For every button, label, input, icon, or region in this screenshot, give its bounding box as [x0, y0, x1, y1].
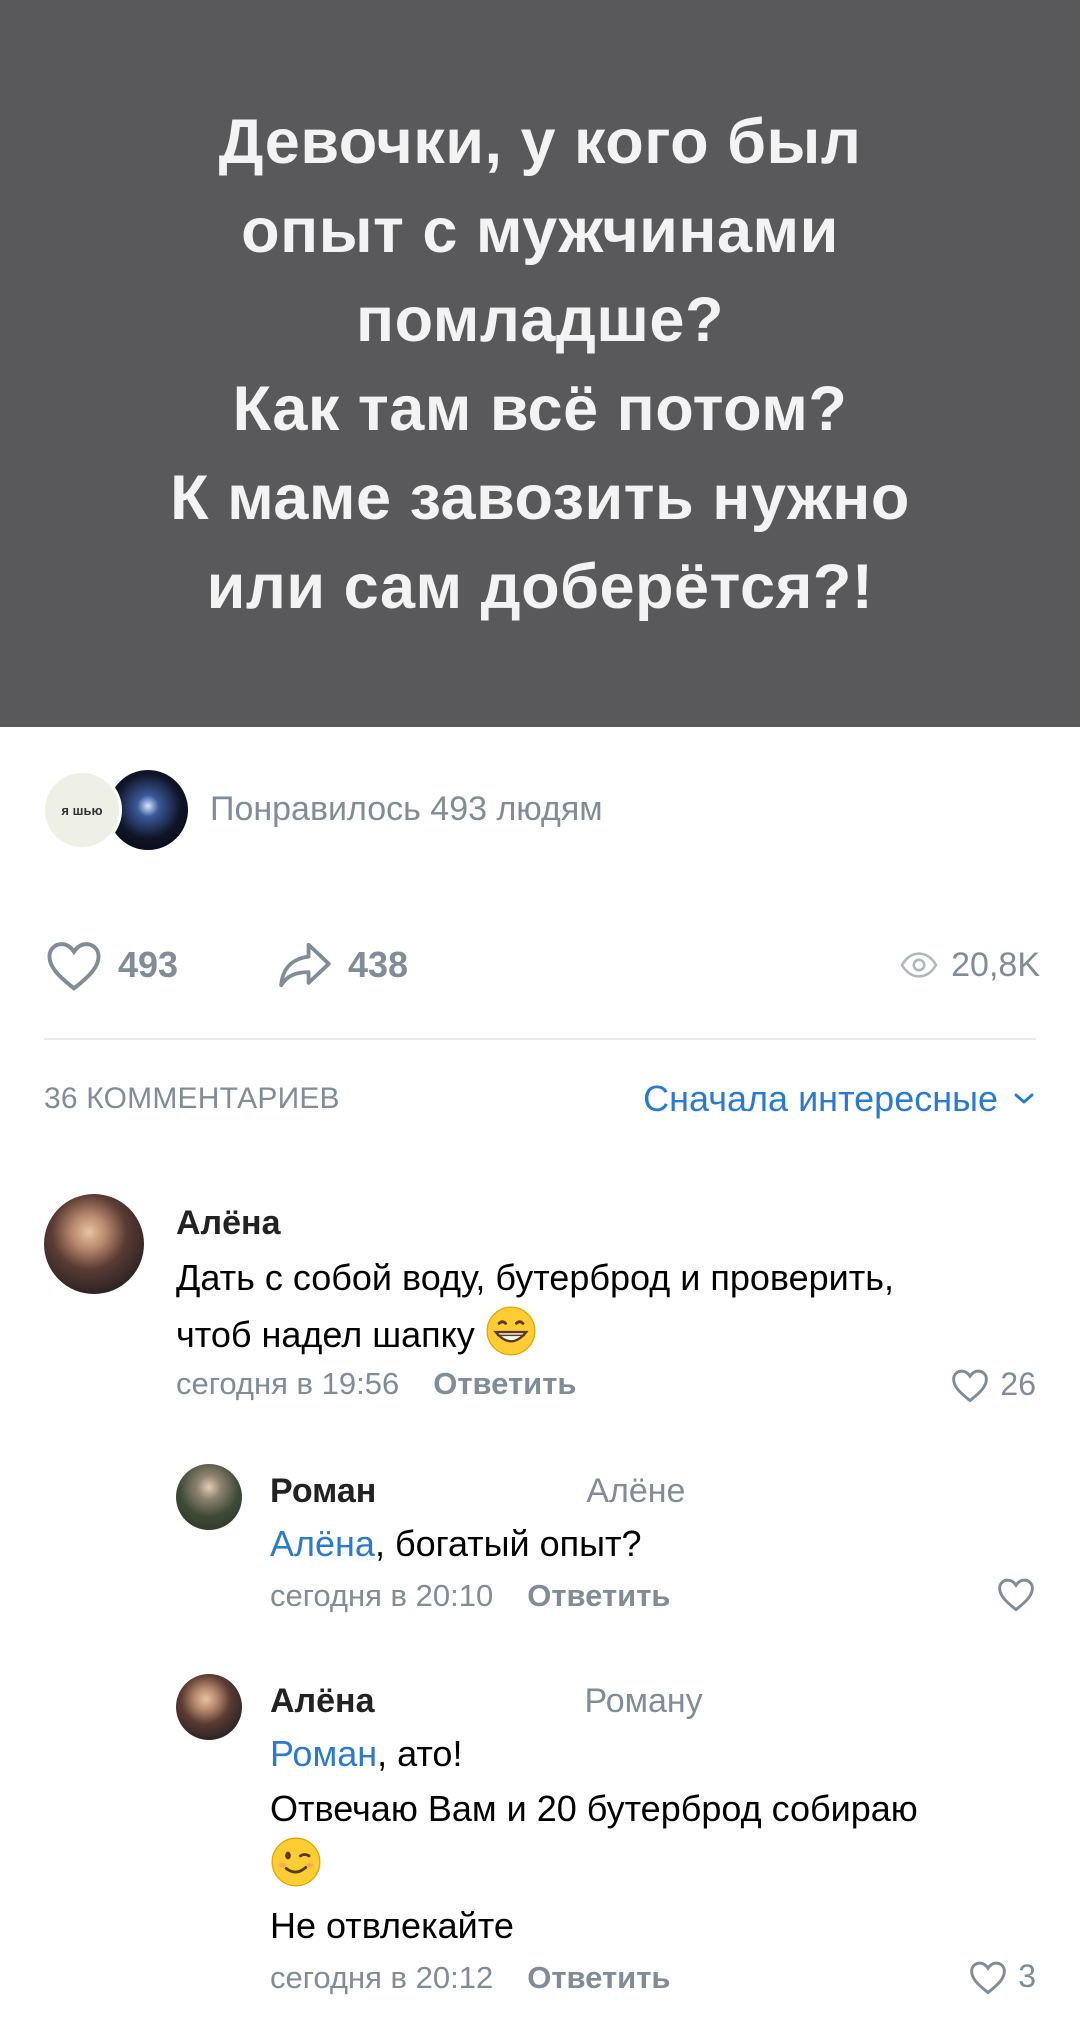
comment-text-line: Отвечаю Вам и 20 бутерброд собираю: [270, 1788, 918, 1829]
comment-text-line: чтоб надел шапку: [176, 1314, 475, 1355]
comment-text-line: Дать с собой воду, бутерброд и проверить…: [176, 1257, 894, 1298]
share-count: 438: [348, 944, 409, 985]
mention-link[interactable]: Алёна: [270, 1523, 375, 1564]
heart-icon: [998, 1578, 1034, 1612]
share-button[interactable]: 438: [276, 935, 408, 995]
comment-time: сегодня в 20:12: [270, 1960, 494, 1995]
share-icon: [279, 942, 331, 988]
comment-like-button[interactable]: 3: [968, 1958, 1036, 1995]
liker-avatar-caption: я шью: [61, 802, 103, 818]
reply-button[interactable]: Ответить: [527, 1578, 670, 1613]
reply-to[interactable]: Алёне: [586, 1472, 685, 1510]
views-counter: 20,8K: [899, 935, 1040, 995]
post-image-text: Девочки, у кого был опыт с мужчинами пом…: [170, 106, 910, 622]
comment-text-line: Не отвлекайте: [270, 1905, 514, 1946]
divider: [44, 1038, 1036, 1040]
heart-icon: [47, 942, 101, 991]
post-image[interactable]: Девочки, у кого был опыт с мужчинами пом…: [0, 0, 1080, 727]
views-count: 20,8K: [951, 945, 1040, 984]
grinning-emoji-icon: [486, 1306, 536, 1356]
comment-text-line: , богатый опыт?: [374, 1523, 642, 1564]
comment-meta: сегодня в 20:10 Ответить: [270, 1578, 670, 1614]
comment-text: Дать с собой воду, бутерброд и проверить…: [176, 1250, 894, 1362]
post-actions: 493 438 20,8K: [44, 935, 1040, 995]
reply-to[interactable]: Роману: [585, 1682, 703, 1720]
comment-time: сегодня в 19:56: [176, 1366, 400, 1401]
mention-link[interactable]: Роман: [270, 1733, 377, 1774]
comment-author[interactable]: Алёна: [176, 1204, 281, 1243]
winking-emoji-icon: [271, 1837, 321, 1887]
comment-text: Роман, ато! Отвечаю Вам и 20 бутерброд с…: [270, 1726, 918, 1953]
heart-icon: [952, 1369, 989, 1402]
comments-count: 36 КОММЕНТАРИЕВ: [44, 1082, 340, 1115]
sort-label: Сначала интересные: [643, 1078, 998, 1119]
avatar[interactable]: [44, 1194, 144, 1294]
comment-author[interactable]: Роман Алёне: [270, 1472, 685, 1511]
heart-icon: [970, 1961, 1007, 1994]
comment-text: Алёна, богатый опыт?: [270, 1516, 642, 1571]
comment-text-line: , ато!: [377, 1733, 463, 1774]
liked-by-text: Понравилось 493 людям: [210, 790, 603, 828]
comments-header: 36 КОММЕНТАРИЕВ Сначала интересные: [44, 1078, 1036, 1124]
comment-meta: сегодня в 20:12 Ответить: [270, 1960, 670, 1996]
comment-like-count: 3: [1018, 1958, 1036, 1994]
comment-meta: сегодня в 19:56 Ответить: [176, 1366, 576, 1402]
reply-button[interactable]: Ответить: [527, 1960, 670, 1995]
like-button[interactable]: 493: [44, 935, 178, 995]
eye-icon: [900, 952, 938, 978]
chevron-down-icon: [1014, 1093, 1034, 1104]
sort-dropdown[interactable]: Сначала интересные: [643, 1078, 1036, 1120]
reply-button[interactable]: Ответить: [433, 1366, 576, 1401]
comment-reply: Роман Алёне Алёна, богатый опыт? сегодня …: [0, 1460, 1080, 1630]
comment-author[interactable]: Алёна Роману: [270, 1682, 703, 1721]
comment-like-button[interactable]: [996, 1576, 1036, 1612]
comment: Алёна Дать с собой воду, бутерброд и про…: [0, 1180, 1080, 1420]
comment-like-button[interactable]: 26: [950, 1366, 1036, 1403]
comment-time: сегодня в 20:10: [270, 1578, 494, 1613]
like-count: 493: [118, 944, 179, 985]
liker-avatar: я шью: [42, 770, 122, 850]
avatar[interactable]: [176, 1674, 242, 1740]
comment-like-count: 26: [1000, 1366, 1036, 1402]
liked-by-row[interactable]: я шью Понравилось 493 людям: [42, 770, 1042, 850]
comment-reply: Алёна Роману Роман, ато! Отвечаю Вам и 20…: [0, 1670, 1080, 2010]
avatar[interactable]: [176, 1464, 242, 1530]
